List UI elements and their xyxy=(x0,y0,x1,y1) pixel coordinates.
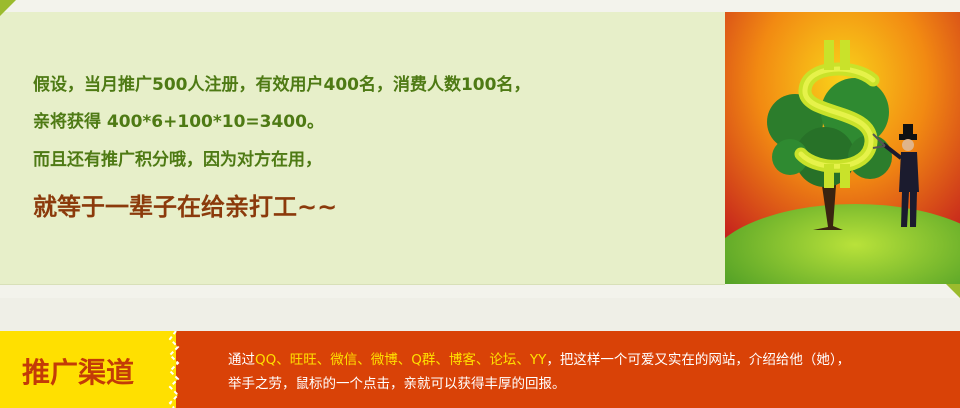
channel-platforms: QQ、旺旺、微信、微博、Q群、博客、论坛、YY xyxy=(255,352,547,368)
zigzag-divider xyxy=(150,331,180,408)
promo-content: 假设，当月推广500人注册，有效用户400名，消费人数100名， 亲将获得 40… xyxy=(0,12,725,285)
dollar-tree-illustration xyxy=(725,12,960,284)
promo-channel-bar: 推广渠道 通过QQ、旺旺、微信、微博、Q群、博客、论坛、YY，把这样一个可爱又实… xyxy=(0,331,960,408)
channel-prefix: 通过 xyxy=(228,352,255,368)
channel-description: 通过QQ、旺旺、微信、微博、Q群、博客、论坛、YY，把这样一个可爱又实在的网站，… xyxy=(228,348,948,396)
channel-line-1: 通过QQ、旺旺、微信、微博、Q群、博客、论坛、YY，把这样一个可爱又实在的网站，… xyxy=(228,348,948,372)
promo-highlight: 就等于一辈子在给亲打工~~ xyxy=(33,193,338,221)
promo-line-3: 而且还有推广积分哦，因为对方在用， xyxy=(33,150,322,170)
corner-decoration-top xyxy=(0,0,16,16)
promo-line-2: 亲将获得 400*6+100*10=3400。 xyxy=(33,112,324,132)
channel-suffix: ，把这样一个可爱又实在的网站，介绍给他（她）， xyxy=(546,352,851,368)
corner-decoration-bottom xyxy=(946,284,960,298)
channel-label: 推广渠道 xyxy=(22,356,135,389)
channel-line-2: 举手之劳，鼠标的一个点击，亲就可以获得丰厚的回报。 xyxy=(228,376,566,392)
promo-line-1: 假设，当月推广500人注册，有效用户400名，消费人数100名， xyxy=(33,75,531,95)
promo-panel: 假设，当月推广500人注册，有效用户400名，消费人数100名， 亲将获得 40… xyxy=(0,0,960,298)
